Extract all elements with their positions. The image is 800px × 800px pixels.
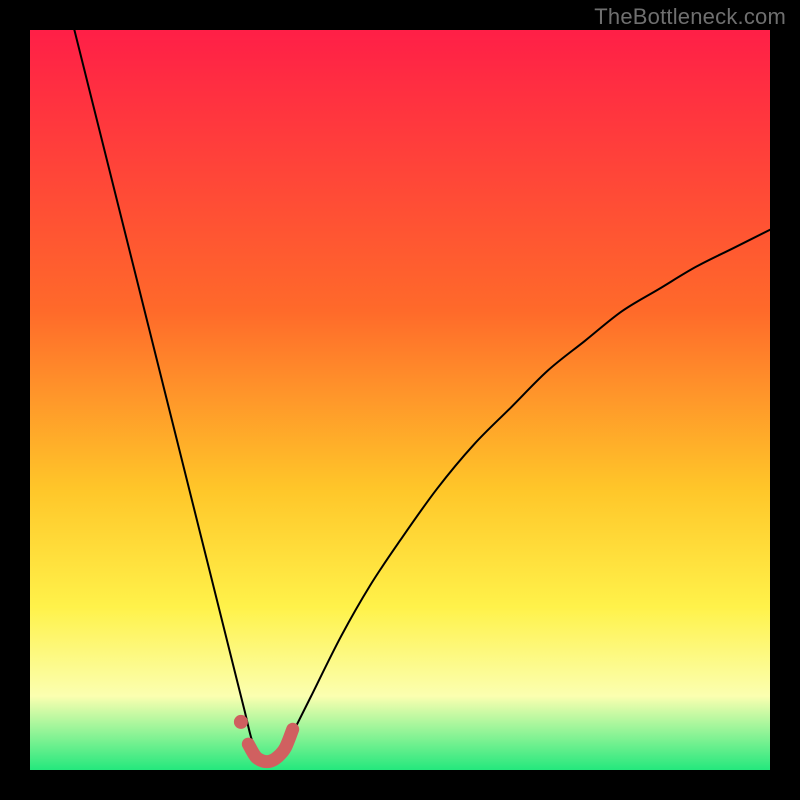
highlight-dot <box>234 715 248 729</box>
plot-area <box>30 30 770 770</box>
chart-frame: TheBottleneck.com <box>0 0 800 800</box>
bottleneck-chart <box>30 30 770 770</box>
watermark-text: TheBottleneck.com <box>594 4 786 30</box>
gradient-background <box>30 30 770 770</box>
